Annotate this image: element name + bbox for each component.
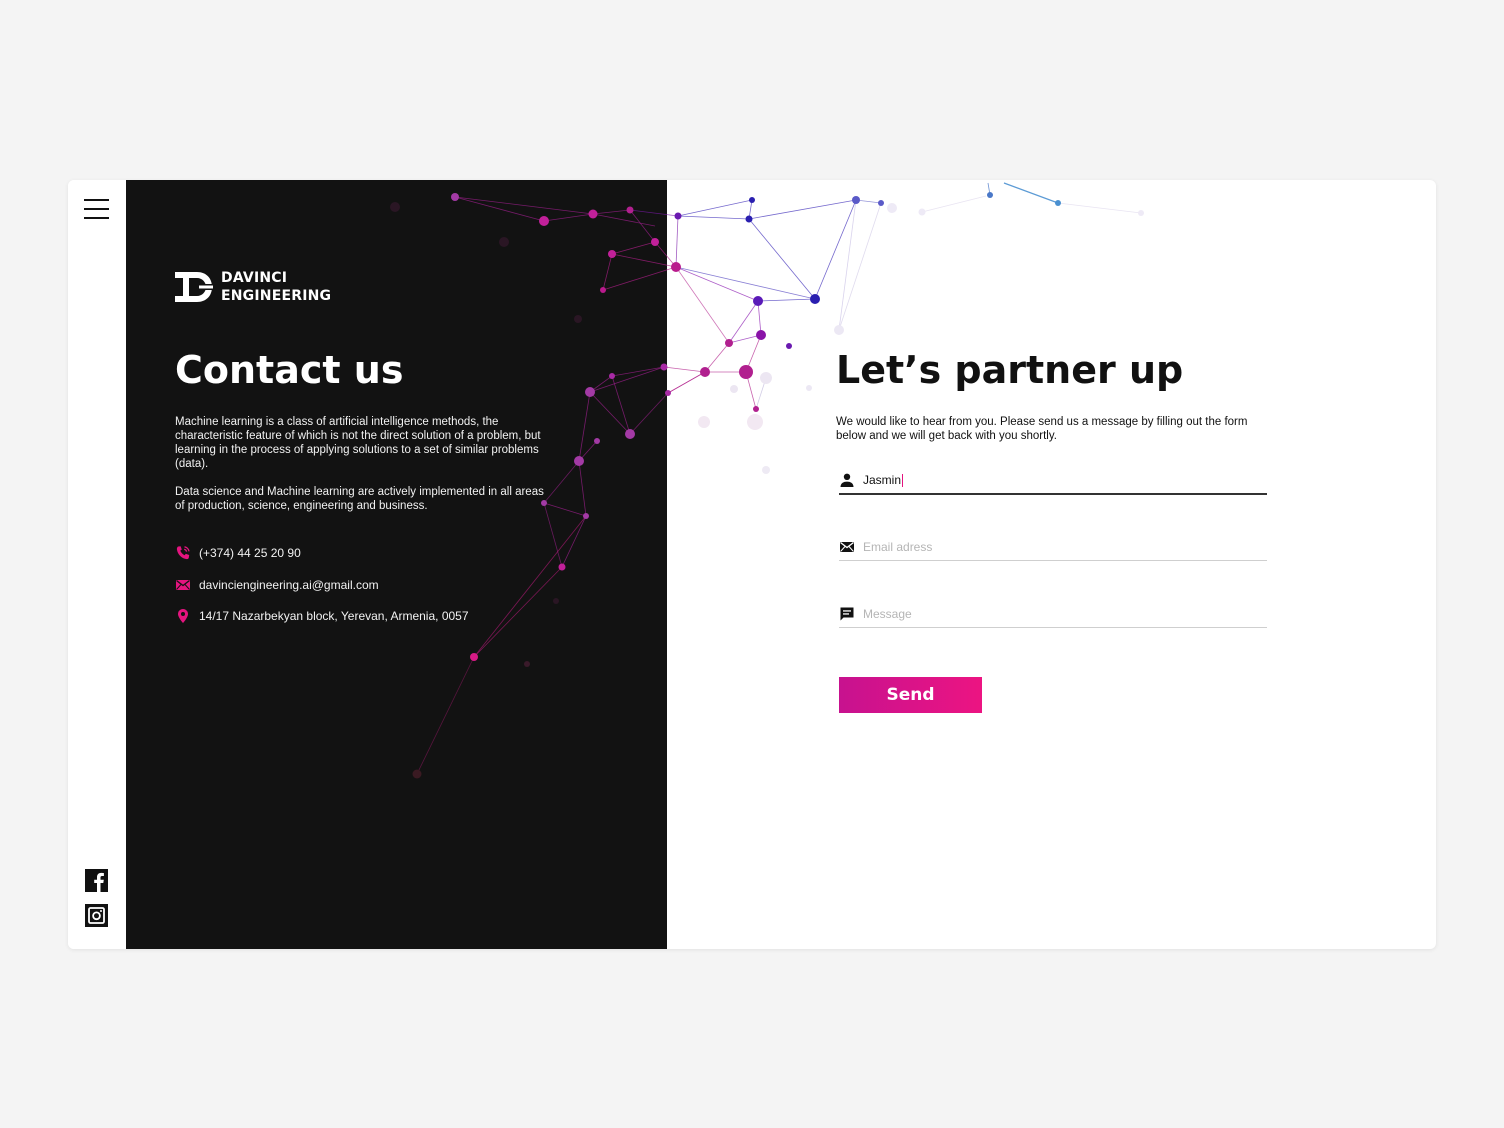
side-rail (68, 180, 126, 949)
phone-icon (176, 546, 190, 560)
form-intro: We would like to hear from you. Please s… (836, 416, 1248, 442)
contact-email[interactable]: davinciengineering.ai@gmail.com (175, 577, 379, 593)
name-input-value[interactable]: Jasmin (863, 473, 901, 487)
phone-number: (+374) 44 25 20 90 (199, 546, 301, 560)
chat-icon (840, 607, 854, 621)
contact-phone[interactable]: (+374) 44 25 20 90 (175, 545, 301, 561)
message-input[interactable] (863, 607, 1243, 621)
contact-card: DAVINCI ENGINEERING Contact us Machine l… (68, 180, 1436, 949)
brand-line-2: ENGINEERING (221, 288, 332, 304)
instagram-icon[interactable] (85, 904, 108, 927)
intro-paragraph-2: Data science and Machine learning are ac… (175, 486, 544, 512)
send-button[interactable]: Send (839, 677, 982, 713)
street-address: 14/17 Nazarbekyan block, Yerevan, Armeni… (199, 609, 469, 623)
brand-mark-icon (175, 272, 213, 302)
message-field[interactable] (839, 601, 1267, 628)
name-field[interactable]: Jasmin (839, 467, 1267, 495)
location-pin-icon (178, 609, 188, 623)
hamburger-menu-icon[interactable] (84, 199, 109, 219)
form-title: Let’s partner up (836, 348, 1184, 392)
contact-address[interactable]: 14/17 Nazarbekyan block, Yerevan, Armeni… (175, 608, 469, 624)
envelope-icon (840, 541, 854, 552)
brand-logo[interactable]: DAVINCI ENGINEERING (175, 270, 331, 304)
email-address: davinciengineering.ai@gmail.com (199, 578, 379, 592)
user-icon (840, 473, 854, 487)
intro-paragraph-1: Machine learning is a class of artificia… (175, 416, 541, 470)
brand-name: DAVINCI ENGINEERING (221, 269, 331, 305)
envelope-icon (176, 579, 190, 590)
email-field[interactable] (839, 534, 1267, 561)
brand-line-1: DAVINCI (221, 270, 288, 286)
contact-title: Contact us (175, 348, 404, 392)
facebook-icon[interactable] (85, 869, 108, 892)
text-caret (902, 473, 904, 487)
email-input[interactable] (863, 540, 1243, 554)
